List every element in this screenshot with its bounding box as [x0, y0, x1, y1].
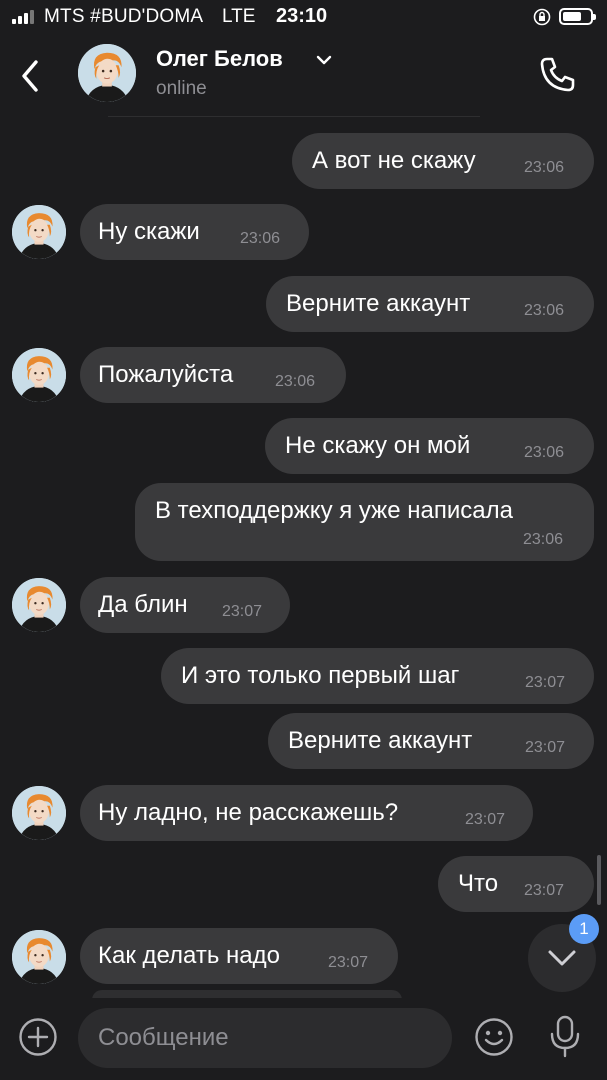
message-field-container[interactable] [78, 1008, 452, 1068]
message-incoming[interactable]: Пожалуйста 23:06 [80, 347, 346, 403]
message-composer [0, 998, 607, 1080]
message-time: 23:07 [525, 739, 566, 756]
contact-name[interactable]: Олег Белов [156, 46, 283, 72]
network-type: LTE [222, 6, 256, 27]
phone-icon[interactable] [536, 54, 578, 96]
message-text: В техподдержку я уже написала [155, 497, 513, 524]
message-outgoing[interactable]: А вот не скажу 23:06 [292, 133, 594, 189]
orientation-lock-icon [533, 8, 551, 26]
back-chevron-icon[interactable] [14, 54, 48, 98]
message-outgoing[interactable]: И это только первый шаг 23:07 [161, 648, 594, 704]
microphone-icon[interactable] [548, 1014, 582, 1060]
carrier-name: MTS #BUD'DOMA [44, 6, 204, 27]
message-time: 23:06 [524, 302, 565, 319]
message-time: 23:07 [525, 674, 566, 691]
message-outgoing[interactable]: Что 23:07 [438, 856, 594, 912]
contact-avatar[interactable] [12, 205, 66, 259]
message-text: Да блин [98, 591, 188, 618]
chat-header: Олег Белов online [0, 34, 607, 118]
message-outgoing[interactable]: Верните аккаунт 23:07 [268, 713, 594, 769]
message-incoming[interactable]: Как делать надо 23:07 [80, 928, 398, 984]
message-time: 23:07 [222, 603, 263, 620]
unread-badge: 1 [569, 914, 599, 944]
message-outgoing[interactable]: Не скажу он мой 23:06 [265, 418, 594, 474]
message-text: Не скажу он мой [285, 432, 471, 459]
message-time: 23:06 [275, 373, 316, 390]
message-text: Ну скажи [98, 218, 200, 245]
attach-plus-icon[interactable] [18, 1017, 58, 1057]
contact-avatar[interactable] [12, 348, 66, 402]
contact-avatar[interactable] [12, 786, 66, 840]
signal-strength-icon [12, 10, 34, 24]
message-time: 23:07 [328, 954, 369, 971]
message-text: И это только первый шаг [181, 662, 460, 689]
message-time: 23:07 [524, 882, 565, 899]
battery-icon [559, 8, 596, 25]
message-text: Пожалуйста [98, 361, 234, 388]
message-text: Что [458, 870, 499, 897]
message-text: Ну ладно, не расскажешь? [98, 799, 399, 826]
message-text: Верните аккаунт [286, 290, 471, 317]
emoji-icon[interactable] [474, 1017, 514, 1057]
message-outgoing[interactable]: В техподдержку я уже написала 23:06 [135, 483, 594, 561]
contact-avatar[interactable] [12, 930, 66, 984]
message-incoming[interactable]: Ну ладно, не расскажешь? 23:07 [80, 785, 533, 841]
chevron-down-icon[interactable] [316, 54, 332, 66]
scrollbar[interactable] [597, 855, 601, 905]
header-divider [108, 116, 480, 117]
message-incoming[interactable]: Ну скажи 23:06 [80, 204, 309, 260]
message-time: 23:06 [240, 230, 281, 247]
contact-avatar[interactable] [12, 578, 66, 632]
status-bar: MTS #BUD'DOMA LTE 23:10 [0, 0, 607, 34]
message-text: Верните аккаунт [288, 727, 473, 754]
contact-status: online [156, 78, 207, 99]
message-time: 23:06 [524, 444, 565, 461]
message-text: А вот не скажу [312, 147, 476, 174]
status-time: 23:10 [276, 5, 328, 27]
message-incoming[interactable]: Да блин 23:07 [80, 577, 290, 633]
message-outgoing[interactable]: Верните аккаунт 23:06 [266, 276, 594, 332]
message-time: 23:06 [523, 531, 564, 548]
contact-avatar[interactable] [78, 44, 136, 102]
message-time: 23:06 [524, 159, 565, 176]
message-text: Как делать надо [98, 942, 280, 969]
message-input[interactable] [98, 1008, 428, 1068]
message-time: 23:07 [465, 811, 506, 828]
